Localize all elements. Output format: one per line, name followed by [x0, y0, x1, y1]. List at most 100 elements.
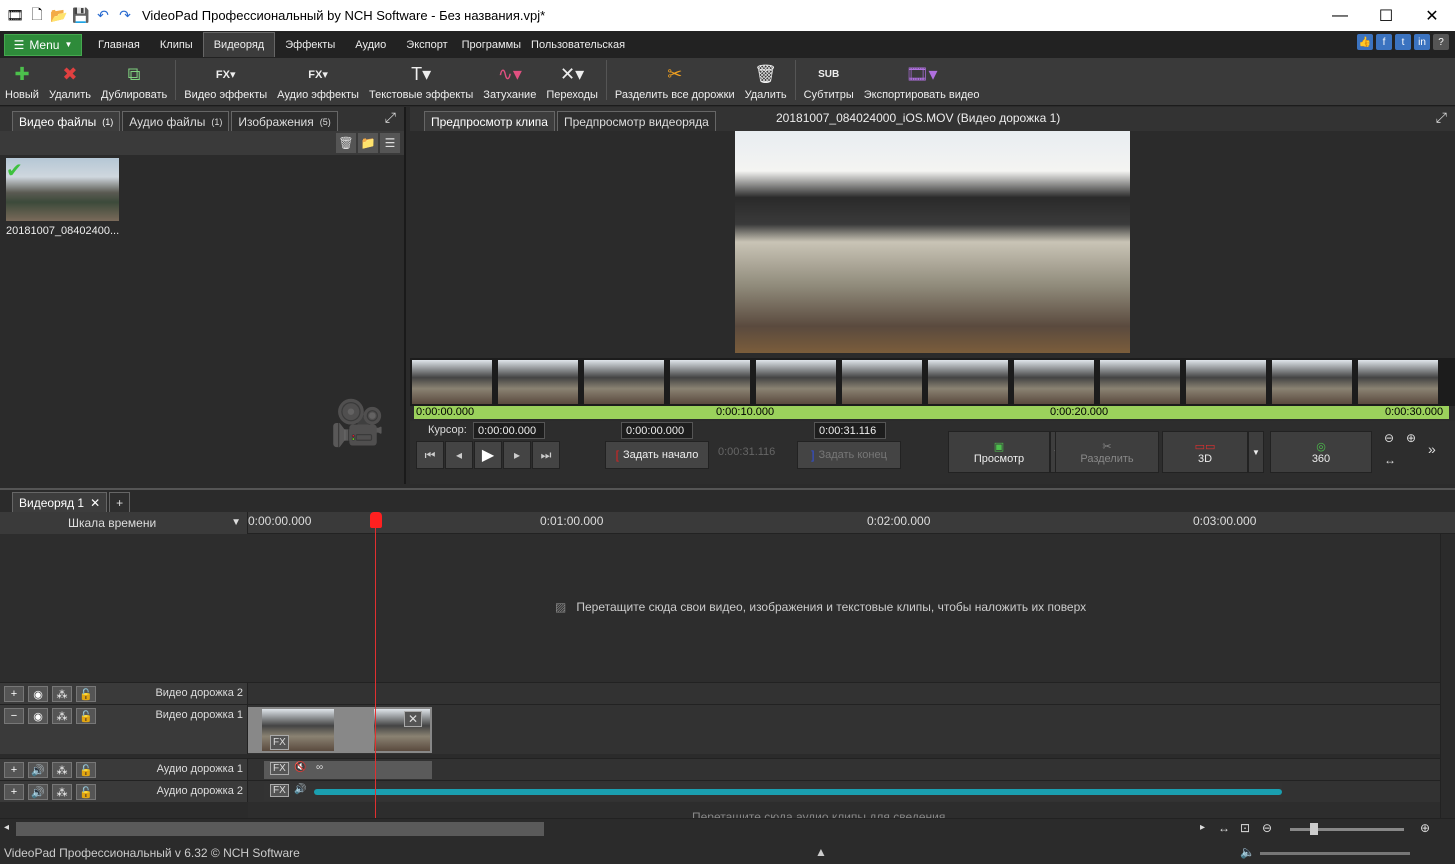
link-icon[interactable]: ∞	[316, 762, 323, 773]
new-project-icon[interactable]: 🗋	[28, 6, 46, 25]
export-video-button[interactable]: 🎞▾ Экспортировать видео	[859, 57, 985, 102]
tab-sequence-1[interactable]: Видеоряд 1 ✕	[12, 492, 108, 512]
tab-audio-files[interactable]: Аудио файлы (1)	[122, 111, 230, 131]
fit-width-icon[interactable]: ↔	[1384, 453, 1396, 467]
expand-icon[interactable]: »	[1428, 441, 1436, 457]
new-button[interactable]: ✚ Новый	[0, 57, 44, 102]
undock-icon[interactable]: ⤢	[385, 109, 396, 126]
play-button[interactable]: ▶	[474, 441, 502, 469]
close-icon[interactable]: ✕	[90, 496, 100, 510]
split-all-tracks-button[interactable]: ✂ Разделить все дорожки	[610, 57, 740, 102]
add-track-icon[interactable]: +	[4, 784, 24, 800]
volume-icon[interactable]: 🔈	[1240, 845, 1255, 859]
minimize-button[interactable]: —	[1317, 0, 1363, 31]
step-back-button[interactable]: ◂	[445, 441, 473, 469]
split-button[interactable]: ✂ Разделить	[1055, 431, 1159, 473]
tab-images[interactable]: Изображения (5)	[231, 111, 338, 131]
vertical-scrollbar[interactable]	[1440, 534, 1455, 818]
collapse-track-icon[interactable]: −	[4, 708, 24, 724]
group-icon[interactable]: ⁂	[52, 686, 72, 702]
redo-icon[interactable]: ↷	[116, 7, 134, 25]
set-start-button[interactable]: [Задать начало	[605, 441, 709, 469]
track-lane[interactable]: FX 🔇 ∞	[248, 759, 1440, 780]
transitions-button[interactable]: ✕▾ Переходы	[541, 57, 603, 102]
tab-sequence-preview[interactable]: Предпросмотр видеоряда	[556, 111, 716, 131]
undock-icon[interactable]: ⤢	[1436, 109, 1447, 126]
add-track-icon[interactable]: +	[4, 686, 24, 702]
group-icon[interactable]: ⁂	[52, 762, 72, 778]
zoom-in-icon[interactable]: ⊕	[1420, 821, 1430, 835]
speaker-icon[interactable]: 🔊	[294, 784, 306, 795]
tab-clips[interactable]: Клипы	[150, 32, 203, 57]
audio-clip[interactable]: FX 🔇 ∞	[264, 761, 432, 779]
expand-up-icon[interactable]: ▲	[815, 845, 827, 859]
video-effects-button[interactable]: FX▾ Видео эффекты	[179, 57, 272, 102]
transition-icon[interactable]: ✕	[404, 711, 423, 727]
cursor-time-field[interactable]: 0:00:00.000	[473, 422, 545, 439]
twitter-icon[interactable]: t	[1395, 34, 1411, 50]
scroll-thumb[interactable]	[16, 822, 544, 836]
mute-icon[interactable]: 🔇	[294, 762, 306, 773]
step-forward-button[interactable]: ▸	[503, 441, 531, 469]
subtitles-button[interactable]: SUB Субтитры	[799, 57, 859, 102]
timescale-select[interactable]: Шкала времени ▼	[0, 512, 248, 534]
maximize-button[interactable]: ☐	[1363, 0, 1409, 31]
tab-export[interactable]: Экспорт	[396, 32, 457, 57]
delete-button[interactable]: ✖ Удалить	[44, 57, 96, 102]
tab-custom[interactable]: Пользовательская	[525, 32, 631, 57]
group-icon[interactable]: ⁂	[52, 708, 72, 724]
playhead-line[interactable]	[375, 512, 376, 818]
start-time-field[interactable]: 0:00:00.000	[621, 422, 693, 439]
fit-width-icon[interactable]: ↔	[1218, 821, 1230, 835]
clip-ruler[interactable]: 0:00:00.000 0:00:10.000 0:00:20.000 0:00…	[414, 406, 1449, 419]
preview-button[interactable]: ▣ Просмотр	[948, 431, 1050, 473]
scroll-left-icon[interactable]: ◂	[4, 822, 9, 833]
tab-video-files[interactable]: Видео файлы (1)	[12, 111, 121, 131]
scroll-right-icon[interactable]: ▸	[1200, 822, 1205, 833]
3d-dropdown[interactable]: ▼	[1248, 431, 1264, 473]
linkedin-icon[interactable]: in	[1414, 34, 1430, 50]
tab-programs[interactable]: Программы	[458, 32, 525, 57]
add-sequence-tab[interactable]: +	[109, 492, 131, 512]
save-icon[interactable]: 💾	[72, 7, 90, 25]
undo-icon[interactable]: ↶	[94, 7, 112, 25]
lock-icon[interactable]: 🔓	[76, 708, 96, 724]
tab-home[interactable]: Главная	[88, 32, 150, 57]
help-icon[interactable]: ?	[1433, 34, 1449, 50]
track-lane[interactable]	[248, 683, 1440, 704]
fx-icon[interactable]: FX	[270, 735, 289, 750]
clip-thumbnail[interactable]	[6, 158, 119, 221]
set-end-button[interactable]: ] Задать конец	[797, 441, 901, 469]
trash-icon[interactable]: 🗑	[336, 133, 356, 153]
group-icon[interactable]: ⁂	[52, 784, 72, 800]
360-button[interactable]: ◎ 360	[1270, 431, 1372, 473]
zoom-fit-icon[interactable]: ⊡	[1240, 821, 1250, 835]
duplicate-button[interactable]: ⧉ Дублировать	[96, 57, 172, 102]
lock-icon[interactable]: 🔓	[76, 762, 96, 778]
fade-button[interactable]: ∿▾ Затухание	[478, 57, 541, 102]
fx-icon[interactable]: FX	[270, 784, 289, 797]
speaker-icon[interactable]: 🔊	[28, 762, 48, 778]
zoom-out-icon[interactable]: ⊖	[1384, 431, 1394, 445]
horizontal-scrollbar[interactable]: ◂ ▸ ↔ ⊡ ⊖ ⊕	[0, 818, 1455, 838]
add-track-icon[interactable]: +	[4, 762, 24, 778]
like-icon[interactable]: 👍	[1357, 34, 1373, 50]
list-view-icon[interactable]: ☰	[380, 133, 400, 153]
speaker-icon[interactable]: 🔊	[28, 784, 48, 800]
video-clip[interactable]: FX ✕	[248, 707, 432, 753]
tab-effects[interactable]: Эффекты	[275, 32, 345, 57]
audio-clip[interactable]: FX 🔊	[264, 783, 1282, 801]
tab-clip-preview[interactable]: Предпросмотр клипа	[424, 111, 555, 131]
eye-icon[interactable]: ◉	[28, 708, 48, 724]
audio-drop-area[interactable]: Перетащите сюда аудио клипы для сведения	[248, 802, 1440, 818]
lock-icon[interactable]: 🔓	[76, 686, 96, 702]
overlay-drop-area[interactable]: ▨ Перетащите сюда свои видео, изображения…	[0, 534, 1440, 682]
zoom-out-icon[interactable]: ⊖	[1262, 821, 1272, 835]
filmstrip[interactable]	[410, 358, 1455, 406]
facebook-icon[interactable]: f	[1376, 34, 1392, 50]
eye-icon[interactable]: ◉	[28, 686, 48, 702]
go-to-end-button[interactable]: ⏭	[532, 441, 560, 469]
fx-icon[interactable]: FX	[270, 762, 289, 775]
zoom-slider-thumb[interactable]	[1310, 823, 1318, 835]
track-lane[interactable]: FX ✕	[248, 705, 1440, 754]
